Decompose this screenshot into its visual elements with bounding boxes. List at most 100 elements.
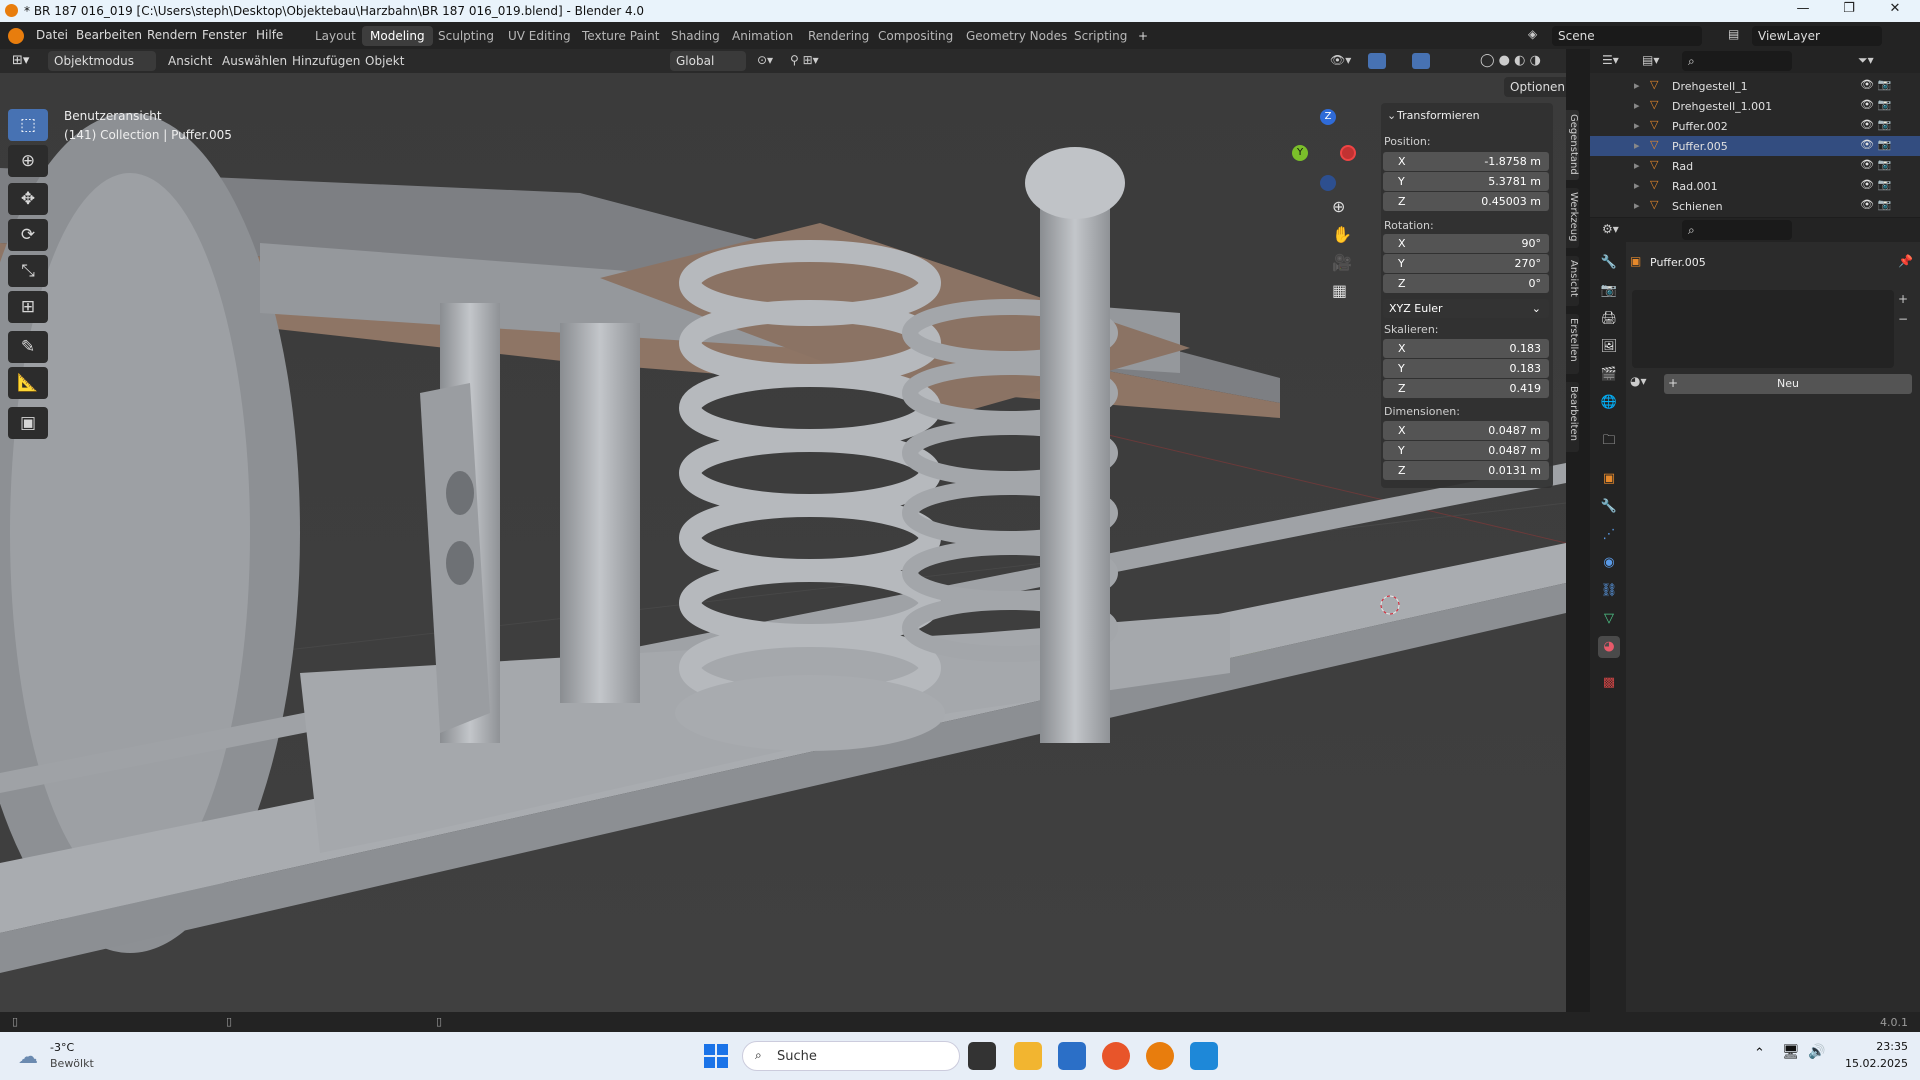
outliner-row[interactable]: ▸ ▽ Puffer.002 👁 📷 xyxy=(1590,116,1920,136)
remove-slot-icon[interactable]: − xyxy=(1898,312,1908,326)
3d-viewport[interactable]: ⬚ ⊕ ✥ ⟳ ⤡ ⊞ ✎ 📐 ▣ Benutzeransicht (141) … xyxy=(0,73,1566,1012)
material-tab-icon[interactable]: ◕ xyxy=(1598,636,1620,658)
tab-uv-editing[interactable]: UV Editing xyxy=(500,26,579,46)
shading-modes-icon[interactable]: ◯ ● ◐ ◑ xyxy=(1480,53,1541,68)
chevron-down-icon[interactable]: ⌄ xyxy=(1387,109,1396,122)
scale-z-field[interactable]: Z 0.419 xyxy=(1383,379,1549,398)
cursor-tool[interactable]: ⊕ xyxy=(8,145,48,177)
outliner-row[interactable]: ▸ ▽ Rad 👁 📷 xyxy=(1590,156,1920,176)
scale-y-field[interactable]: Y 0.183 xyxy=(1383,359,1549,378)
options-dropdown[interactable]: Optionen xyxy=(1504,77,1566,97)
camera-icon[interactable]: 🎥 xyxy=(1332,253,1352,272)
view-layer-selector[interactable]: ViewLayer xyxy=(1752,26,1882,46)
maximize-button[interactable]: ❐ xyxy=(1826,1,1872,21)
tab-compositing[interactable]: Compositing xyxy=(870,26,961,46)
menu-hilfe[interactable]: Hilfe xyxy=(256,28,283,42)
rotate-tool[interactable]: ⟳ xyxy=(8,219,48,251)
tab-modeling[interactable]: Modeling xyxy=(362,26,433,46)
filter-icon[interactable]: ⏷▾ xyxy=(1858,53,1874,68)
pin-icon[interactable]: 📌 xyxy=(1898,254,1913,268)
properties-editor-icon[interactable]: ⚙▾ xyxy=(1602,222,1619,236)
dimensions-z-field[interactable]: Z 0.0131 m xyxy=(1383,461,1549,480)
menu-datei[interactable]: Datei xyxy=(36,28,68,42)
chevron-up-icon[interactable]: ⌃ xyxy=(1754,1046,1765,1061)
tab-shading[interactable]: Shading xyxy=(663,26,728,46)
material-browse-icon[interactable]: ◕▾ xyxy=(1630,374,1647,388)
texture-tab-icon[interactable]: ▩ xyxy=(1598,672,1620,694)
display-mode-icon[interactable]: ▤▾ xyxy=(1642,53,1659,67)
firefox-icon[interactable] xyxy=(1102,1042,1130,1070)
gizmo-toggle-icon[interactable] xyxy=(1368,53,1386,69)
tab-werkzeug[interactable]: Werkzeug xyxy=(1566,188,1579,248)
visibility-icon[interactable]: 👁▾ xyxy=(1330,53,1351,67)
scale-tool[interactable]: ⤡ xyxy=(8,255,48,287)
physics-tab-icon[interactable]: ◉ xyxy=(1598,552,1620,574)
measure-tool[interactable]: 📐 xyxy=(8,367,48,399)
outliner-row-selected[interactable]: ▸ ▽ Puffer.005 👁 📷 xyxy=(1590,136,1920,156)
menu-auswaehlen[interactable]: Auswählen xyxy=(222,54,287,68)
menu-fenster[interactable]: Fenster xyxy=(202,28,247,42)
outliner-row[interactable]: ▸ ▽ Drehgestell_1 👁 📷 xyxy=(1590,76,1920,96)
scene-selector[interactable]: Scene xyxy=(1552,26,1702,46)
tab-texture-paint[interactable]: Texture Paint xyxy=(574,26,667,46)
tab-erstellen[interactable]: Erstellen xyxy=(1566,314,1579,374)
tab-sculpting[interactable]: Sculpting xyxy=(430,26,502,46)
orientation-selector[interactable]: Global xyxy=(670,51,746,71)
add-slot-icon[interactable]: + xyxy=(1898,292,1908,306)
volume-icon[interactable]: 🔊 xyxy=(1808,1044,1825,1060)
tab-geometry-nodes[interactable]: Geometry Nodes xyxy=(958,26,1075,46)
tool-tab-icon[interactable]: 🔧 xyxy=(1598,252,1620,274)
output-tab-icon[interactable]: 🖨 xyxy=(1598,308,1620,330)
tab-gegenstand[interactable]: Gegenstand xyxy=(1566,110,1579,180)
pan-hand-icon[interactable]: ✋ xyxy=(1332,225,1352,244)
tab-bearbeiten[interactable]: Bearbeiten xyxy=(1566,382,1579,452)
mode-selector[interactable]: Objektmodus xyxy=(48,51,156,71)
dimensions-x-field[interactable]: X 0.0487 m xyxy=(1383,421,1549,440)
clock-date[interactable]: 15.02.2025 xyxy=(1838,1057,1908,1070)
new-material-button[interactable]: Neu xyxy=(1664,374,1912,394)
tab-ansicht[interactable]: Ansicht xyxy=(1566,256,1579,306)
editor-type-icon[interactable]: ⊞▾ xyxy=(12,53,29,68)
menu-objekt[interactable]: Objekt xyxy=(365,54,404,68)
clock-time[interactable]: 23:35 xyxy=(1848,1040,1908,1053)
add-workspace-button[interactable]: + xyxy=(1130,26,1156,46)
rotation-mode-select[interactable]: XYZ Euler ⌄ xyxy=(1383,299,1549,318)
outliner-row[interactable]: ▸ ▽ Drehgestell_1.001 👁 📷 xyxy=(1590,96,1920,116)
annotate-tool[interactable]: ✎ xyxy=(8,331,48,363)
network-icon[interactable]: 🖥 xyxy=(1782,1044,1800,1060)
file-explorer-icon[interactable] xyxy=(1014,1042,1042,1070)
store-icon[interactable] xyxy=(1058,1042,1086,1070)
pivot-icon[interactable]: ⊙▾ xyxy=(757,53,773,67)
tab-rendering[interactable]: Rendering xyxy=(800,26,877,46)
menu-hinzufuegen[interactable]: Hinzufügen xyxy=(292,54,360,68)
outliner-row[interactable]: ▸ ▽ Rad.001 👁 📷 xyxy=(1590,176,1920,196)
tab-layout[interactable]: Layout xyxy=(307,26,364,46)
view-layer-tab-icon[interactable]: 🖼 xyxy=(1598,336,1620,358)
zoom-icon[interactable]: ⊕ xyxy=(1332,197,1345,216)
overlay-toggle-icon[interactable] xyxy=(1412,53,1430,69)
collection-tab-icon[interactable]: 🗀 xyxy=(1598,430,1620,452)
transform-tool[interactable]: ⊞ xyxy=(8,291,48,323)
paint-app-icon[interactable] xyxy=(1190,1042,1218,1070)
position-z-field[interactable]: Z 0.45003 m xyxy=(1383,192,1549,211)
tab-scripting[interactable]: Scripting xyxy=(1066,26,1135,46)
rotation-y-field[interactable]: Y 270° xyxy=(1383,254,1549,273)
menu-rendern[interactable]: Rendern xyxy=(147,28,197,42)
blender-taskbar-icon[interactable] xyxy=(1146,1042,1174,1070)
gizmo-neg-z[interactable] xyxy=(1320,175,1336,191)
task-view-icon[interactable] xyxy=(968,1042,996,1070)
data-tab-icon[interactable]: ▽ xyxy=(1598,608,1620,630)
grid-view-icon[interactable]: ▦ xyxy=(1332,281,1347,300)
gizmo-y-axis[interactable]: Y xyxy=(1292,145,1308,161)
windows-start-icon[interactable] xyxy=(704,1044,728,1068)
transform-header[interactable]: Transformieren xyxy=(1397,109,1480,122)
material-slots-list[interactable] xyxy=(1632,290,1894,368)
position-y-field[interactable]: Y 5.3781 m xyxy=(1383,172,1549,191)
move-tool[interactable]: ✥ xyxy=(8,183,48,215)
taskbar-search[interactable]: ⌕ Suche xyxy=(742,1041,960,1071)
particles-tab-icon[interactable]: ⋰ xyxy=(1598,524,1620,546)
rotation-z-field[interactable]: Z 0° xyxy=(1383,274,1549,293)
rotation-x-field[interactable]: X 90° xyxy=(1383,234,1549,253)
modifier-tab-icon[interactable]: 🔧 xyxy=(1598,496,1620,518)
menu-bearbeiten[interactable]: Bearbeiten xyxy=(76,28,142,42)
